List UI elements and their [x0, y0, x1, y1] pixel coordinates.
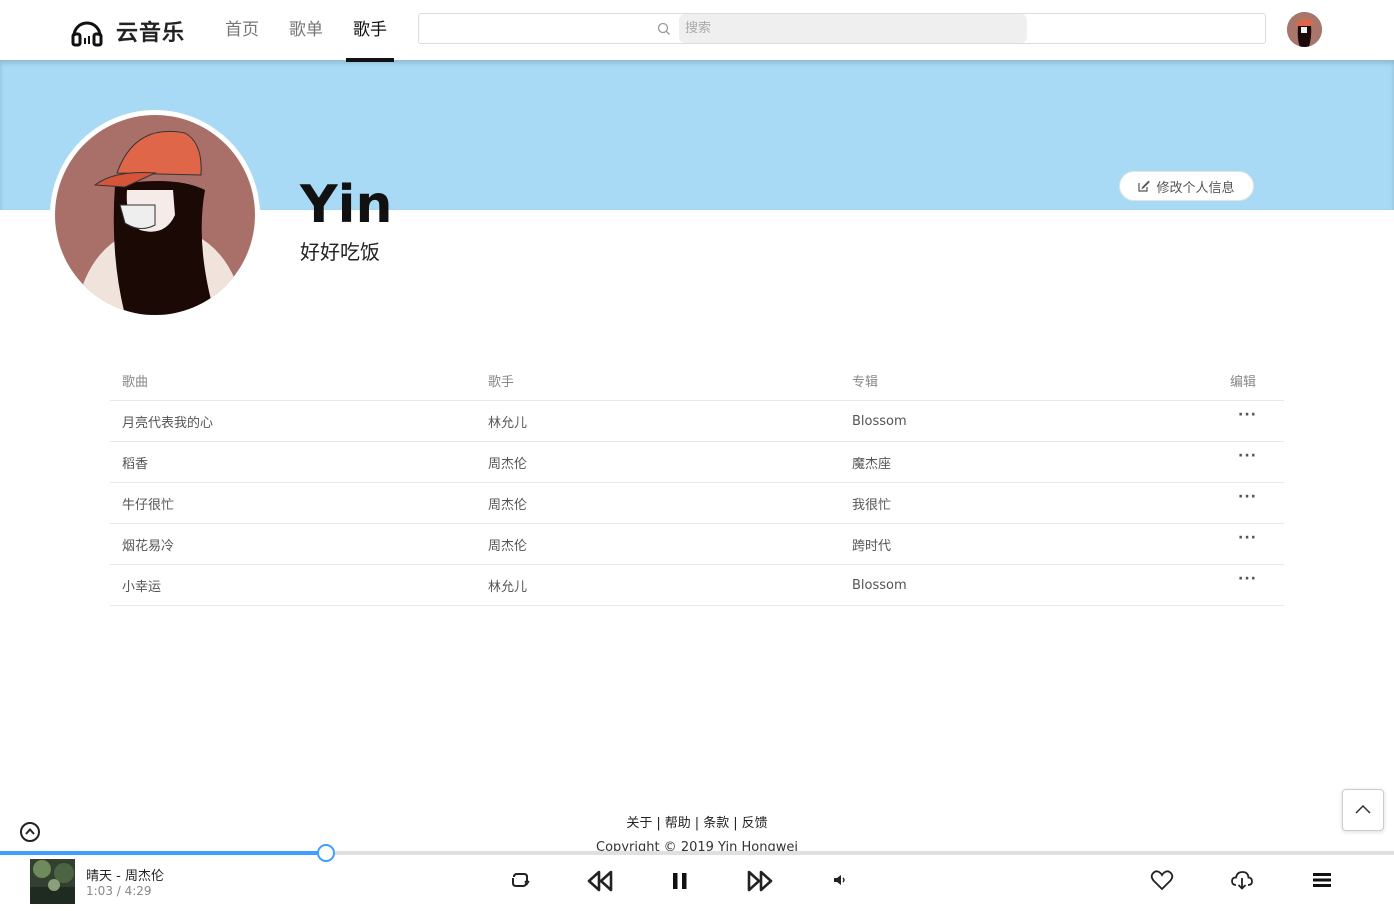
table-header: 歌曲 歌手 专辑 编辑 [110, 360, 1284, 401]
volume-icon[interactable] [832, 869, 848, 891]
singer-name[interactable]: 林允儿 [488, 576, 527, 595]
footer-separator: | [733, 816, 738, 831]
table-row[interactable]: 牛仔很忙 周杰伦 我很忙 ··· [110, 483, 1284, 524]
pause-icon[interactable] [670, 869, 690, 893]
more-icon[interactable]: ··· [1238, 448, 1257, 464]
edit-icon [1138, 180, 1151, 192]
footer-link-about[interactable]: 关于 [626, 816, 652, 831]
footer-link-feedback[interactable]: 反馈 [742, 816, 768, 831]
search-input[interactable] [679, 14, 1027, 43]
edit-profile-button[interactable]: 修改个人信息 [1119, 171, 1254, 201]
top-header: 云音乐 首页 歌单 歌手 [0, 0, 1394, 62]
footer-link-help[interactable]: 帮助 [665, 816, 691, 831]
now-playing-title: 晴天 - 周杰伦 [86, 869, 164, 884]
now-playing-time: 1:03 / 4:29 [86, 884, 152, 898]
table-row[interactable]: 月亮代表我的心 林允儿 Blossom ··· [110, 401, 1284, 442]
album-name[interactable]: Blossom [852, 414, 907, 429]
footer-link-terms[interactable]: 条款 [703, 816, 729, 831]
song-table: 歌曲 歌手 专辑 编辑 月亮代表我的心 林允儿 Blossom ··· 稻香 周… [110, 360, 1284, 606]
heart-icon[interactable] [1150, 869, 1174, 891]
collapse-player-icon[interactable] [19, 821, 41, 847]
progress-fill [0, 851, 326, 855]
song-name[interactable]: 烟花易冷 [122, 535, 174, 554]
table-row[interactable]: 小幸运 林允儿 Blossom ··· [110, 565, 1284, 606]
song-name[interactable]: 小幸运 [122, 576, 161, 595]
header-album: 专辑 [852, 374, 879, 390]
download-icon[interactable] [1230, 869, 1254, 891]
album-name[interactable]: Blossom [852, 578, 907, 593]
singer-name[interactable]: 周杰伦 [488, 494, 527, 513]
back-to-top-button[interactable] [1342, 789, 1384, 831]
previous-icon[interactable] [587, 869, 613, 893]
header-singer: 歌手 [488, 374, 515, 390]
chevron-up-icon [1355, 804, 1371, 814]
repeat-icon[interactable] [509, 869, 531, 891]
header-edit: 编辑 [1230, 374, 1257, 390]
main-nav: 首页 歌单 歌手 [210, 0, 402, 62]
more-icon[interactable]: ··· [1238, 571, 1257, 587]
headphones-icon [71, 21, 103, 47]
profile-name: Yin [300, 175, 393, 235]
album-name[interactable]: 魔杰座 [852, 453, 891, 472]
progress-bar[interactable] [0, 844, 1394, 862]
nav-playlists[interactable]: 歌单 [274, 0, 338, 60]
logo[interactable]: 云音乐 [70, 14, 185, 48]
song-name[interactable]: 月亮代表我的心 [122, 412, 213, 431]
footer-separator: | [656, 816, 661, 831]
singer-name[interactable]: 周杰伦 [488, 453, 527, 472]
progress-handle[interactable] [317, 844, 335, 862]
nav-singers[interactable]: 歌手 [338, 0, 402, 62]
user-avatar[interactable] [1287, 12, 1322, 47]
song-name[interactable]: 稻香 [122, 453, 148, 472]
player-bar [0, 851, 1394, 911]
table-row[interactable]: 稻香 周杰伦 魔杰座 ··· [110, 442, 1284, 483]
more-icon[interactable]: ··· [1238, 489, 1257, 505]
profile-avatar [50, 110, 260, 320]
search-box [418, 13, 1266, 44]
table-row[interactable]: 烟花易冷 周杰伦 跨时代 ··· [110, 524, 1284, 565]
app-name: 云音乐 [116, 21, 186, 46]
singer-name[interactable]: 周杰伦 [488, 535, 527, 554]
next-icon[interactable] [747, 869, 773, 893]
header-song: 歌曲 [122, 374, 149, 390]
album-cover[interactable] [30, 859, 75, 904]
edit-profile-label: 修改个人信息 [1156, 180, 1235, 196]
playlist-menu-icon[interactable] [1311, 869, 1333, 891]
singer-name[interactable]: 林允儿 [488, 412, 527, 431]
more-icon[interactable]: ··· [1238, 407, 1257, 423]
copyright: Copyright © 2019 Yin Hongwei [596, 840, 798, 851]
song-name[interactable]: 牛仔很忙 [122, 494, 174, 513]
search-icon [657, 22, 670, 35]
profile-signature: 好好吃饭 [300, 240, 380, 264]
album-name[interactable]: 跨时代 [852, 535, 891, 554]
more-icon[interactable]: ··· [1238, 530, 1257, 546]
album-name[interactable]: 我很忙 [852, 494, 891, 513]
footer-separator: | [694, 816, 700, 831]
footer-links: 关于 | 帮助 | 条款 | 反馈 [0, 812, 1394, 831]
nav-home[interactable]: 首页 [210, 0, 274, 60]
